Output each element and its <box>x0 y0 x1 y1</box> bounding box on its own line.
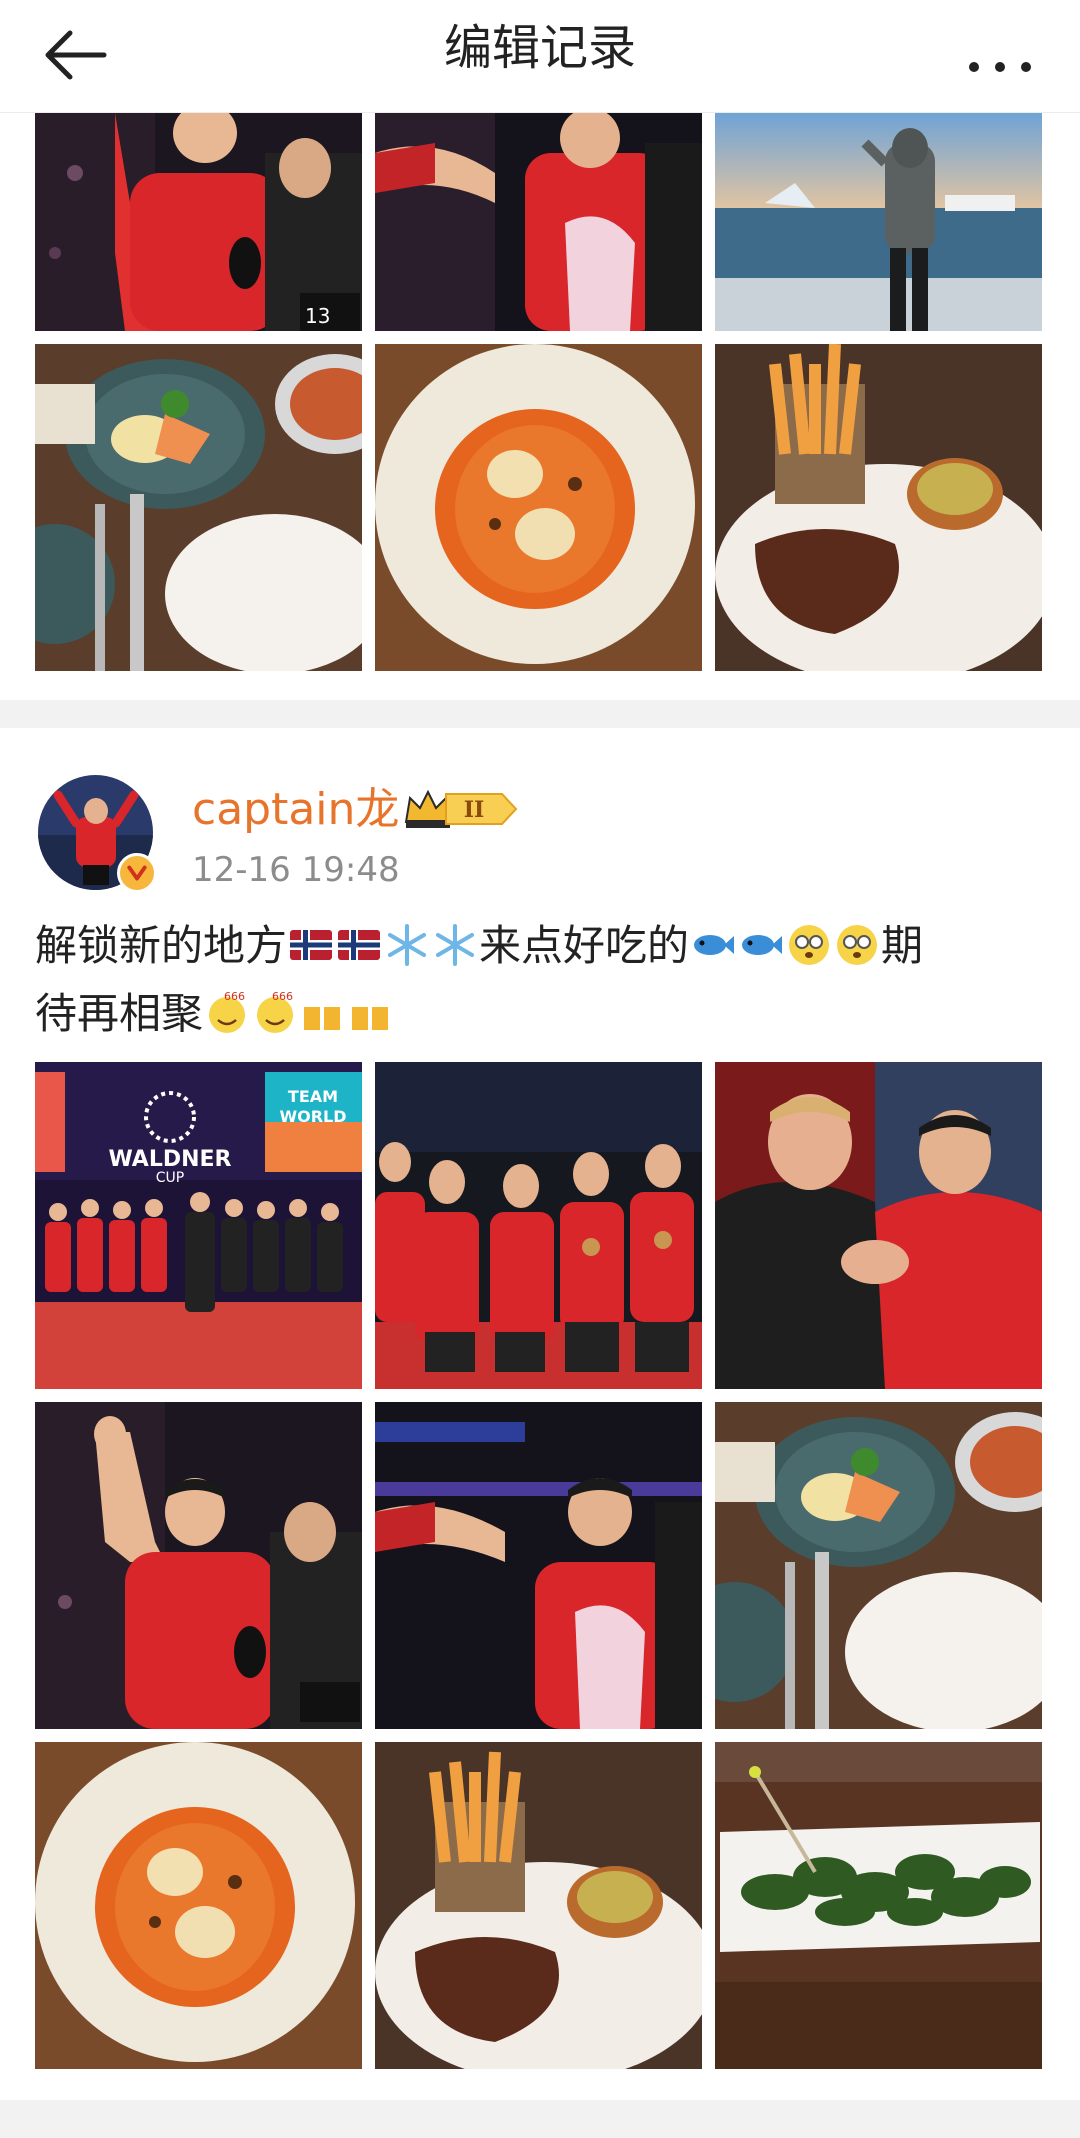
top-bar: 编辑记录 <box>0 0 1080 113</box>
beer-icon <box>304 1000 341 1030</box>
image-steak-fries[interactable] <box>375 1742 702 2069</box>
page-title: 编辑记录 <box>443 20 636 76</box>
image-handshake-coach[interactable] <box>715 1062 1042 1389</box>
dizzy-face-icon <box>837 925 878 965</box>
post-separator <box>0 700 1080 728</box>
post-text-part-3: 期 <box>881 921 924 970</box>
membership-badge[interactable]: II <box>402 784 520 834</box>
image-team-with-medals[interactable] <box>375 1062 702 1389</box>
image-soup-bowl[interactable] <box>375 344 702 671</box>
smiling-face-icon: 666 <box>257 990 294 1033</box>
beer-icon <box>352 1000 389 1030</box>
more-button[interactable] <box>960 20 1040 90</box>
smiling-face-icon: 666 <box>209 990 246 1033</box>
post-image-grid: WALDNER CUP TEAM WORLD <box>35 1062 1045 2072</box>
bottom-separator <box>0 2100 1080 2138</box>
image-harbor-sunset[interactable] <box>715 113 1042 331</box>
norway-flag-icon <box>290 930 333 960</box>
image-padron-peppers[interactable] <box>715 1742 1042 2069</box>
svg-text:666: 666 <box>272 990 293 1003</box>
post-text-part-4: 待再相聚 <box>35 989 204 1038</box>
waldner-cup-text: CUP <box>156 1170 184 1186</box>
image-player-raising-fist[interactable] <box>35 1402 362 1729</box>
verified-icon <box>117 853 157 893</box>
team-world-text: TEAM <box>288 1087 338 1106</box>
image-player-raising-fist[interactable]: 13 <box>35 113 362 331</box>
username[interactable]: captain龙 <box>192 782 399 838</box>
image-high-five-crowd[interactable] <box>375 1402 702 1729</box>
svg-text:666: 666 <box>224 990 245 1003</box>
team-world-text-2: WORLD <box>279 1107 346 1126</box>
image-waldner-cup-team-world[interactable]: WALDNER CUP TEAM WORLD <box>35 1062 362 1389</box>
post-text-part-1: 解锁新的地方 <box>35 921 288 970</box>
fish-icon <box>694 935 735 955</box>
fish-icon <box>742 935 783 955</box>
post-timestamp: 12-16 19:48 <box>192 850 400 890</box>
image-salmon-dinner-table[interactable] <box>715 1402 1042 1729</box>
snowflake-icon <box>388 924 427 966</box>
badge-level: II <box>464 797 485 823</box>
crown-icon <box>404 789 452 828</box>
jersey-number: 13 <box>305 304 330 328</box>
norway-flag-icon <box>338 930 381 960</box>
dizzy-face-icon <box>789 925 830 965</box>
previous-post-image-grid: 13 <box>35 113 1045 673</box>
image-soup-bowl[interactable] <box>35 1742 362 2069</box>
image-salmon-dinner-table[interactable] <box>35 344 362 671</box>
image-steak-fries[interactable] <box>715 344 1042 671</box>
image-high-five-crowd[interactable] <box>375 113 702 331</box>
snowflake-icon <box>436 924 475 966</box>
waldner-logo-text: WALDNER <box>109 1147 232 1172</box>
post-text: 解锁新的地方 来点好吃的 期 待再相聚 666 666 <box>35 912 1045 1048</box>
post-text-part-2: 来点好吃的 <box>479 921 690 970</box>
more-dots-icon <box>969 62 1031 72</box>
